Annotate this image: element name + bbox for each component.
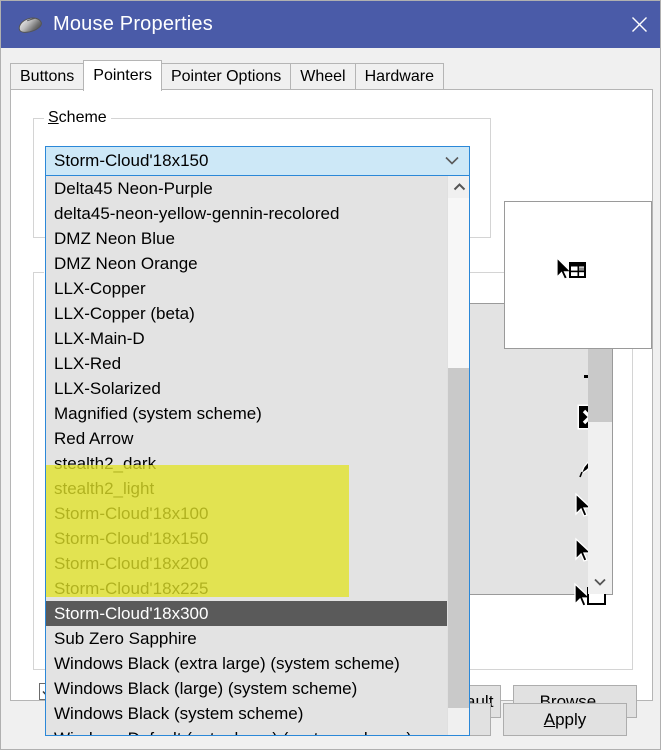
scheme-option[interactable]: delta45-neon-yellow-gennin-recolored — [46, 201, 447, 226]
tab-label: Pointers — [93, 67, 152, 84]
scheme-option[interactable]: stealth2_dark — [46, 451, 447, 476]
pointer-preview-pane — [504, 201, 652, 349]
tab-label: Hardware — [364, 68, 434, 85]
scheme-option[interactable]: DMZ Neon Blue — [46, 226, 447, 251]
chevron-down-icon[interactable] — [588, 570, 612, 594]
scheme-option[interactable]: Storm-Cloud'18x300 — [46, 601, 447, 626]
scrollbar-thumb[interactable] — [448, 368, 469, 708]
scheme-option[interactable]: LLX-Red — [46, 351, 447, 376]
scheme-option[interactable]: Storm-Cloud'18x100 — [46, 501, 447, 526]
scheme-selected-value: Storm-Cloud'18x150 — [54, 151, 209, 170]
chevron-down-icon[interactable] — [445, 152, 459, 170]
scheme-option[interactable]: DMZ Neon Orange — [46, 251, 447, 276]
scheme-option[interactable]: Storm-Cloud'18x150 — [46, 526, 447, 551]
scheme-group-label: Scheme — [44, 109, 111, 127]
scheme-option[interactable]: LLX-Main-D — [46, 326, 447, 351]
scheme-option[interactable]: Windows Black (system scheme) — [46, 701, 447, 726]
chevron-up-icon[interactable] — [448, 176, 469, 198]
window-title: Mouse Properties — [53, 13, 213, 35]
tab-label: Pointer Options — [170, 68, 282, 85]
tab-buttons[interactable]: Buttons — [10, 63, 85, 90]
apply-accel: A — [543, 709, 556, 729]
scheme-dropdown-list[interactable]: Delta45 Neon-Purple delta45-neon-yellow-g… — [45, 176, 470, 736]
mouse-properties-window: Mouse Properties Buttons Pointers Pointe… — [0, 0, 661, 750]
title-bar: Mouse Properties — [1, 1, 660, 48]
scheme-option[interactable]: LLX-Copper — [46, 276, 447, 301]
scheme-option[interactable]: Red Arrow — [46, 426, 447, 451]
mouse-icon — [16, 14, 44, 35]
scheme-option[interactable]: Storm-Cloud'18x200 — [46, 551, 447, 576]
scheme-label-rest: cheme — [58, 109, 107, 126]
scheme-option[interactable]: LLX-Copper (beta) — [46, 301, 447, 326]
tab-wheel[interactable]: Wheel — [290, 63, 356, 90]
scrollbar-thumb[interactable] — [588, 344, 612, 422]
scheme-option[interactable]: stealth2_light — [46, 476, 447, 501]
close-icon[interactable] — [616, 1, 660, 48]
arrow-working-cursor-icon — [555, 256, 589, 285]
tab-pointer-options[interactable]: Pointer Options — [160, 63, 292, 90]
tab-hardware[interactable]: Hardware — [354, 63, 444, 90]
apply-button[interactable]: Apply — [503, 703, 627, 736]
tab-pointers[interactable]: Pointers — [83, 60, 162, 91]
apply-rest: pply — [555, 709, 587, 729]
scheme-option[interactable]: Windows Default (extra large) (system sc… — [46, 726, 447, 735]
scheme-combobox[interactable]: Storm-Cloud'18x150 — [45, 146, 470, 176]
scheme-option[interactable]: Delta45 Neon-Purple — [46, 176, 447, 201]
tab-strip: Buttons Pointers Pointer Options Wheel H… — [1, 48, 660, 91]
scheme-option[interactable]: Sub Zero Sapphire — [46, 626, 447, 651]
scheme-option[interactable]: Windows Black (extra large) (system sche… — [46, 651, 447, 676]
tab-label: Wheel — [300, 68, 346, 85]
apply-label: Apply — [544, 710, 587, 730]
scheme-option[interactable]: Magnified (system scheme) — [46, 401, 447, 426]
tab-label: Buttons — [20, 68, 75, 85]
scheme-option[interactable]: Storm-Cloud'18x225 — [46, 576, 447, 601]
dropdown-scrollbar[interactable] — [447, 176, 469, 735]
scheme-option[interactable]: LLX-Solarized — [46, 376, 447, 401]
scheme-option[interactable]: Windows Black (large) (system scheme) — [46, 676, 447, 701]
scheme-option-list[interactable]: Delta45 Neon-Purple delta45-neon-yellow-g… — [46, 176, 447, 735]
